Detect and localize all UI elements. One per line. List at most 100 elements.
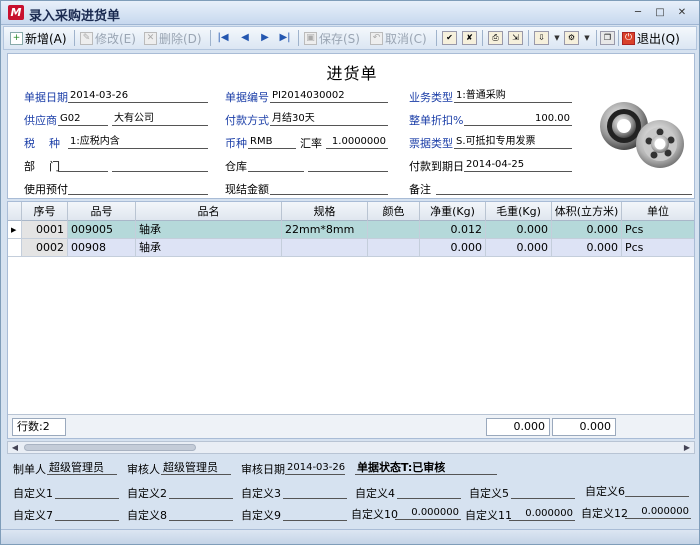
audit-icon[interactable]: ✔: [442, 31, 457, 45]
column-header[interactable]: 品号: [68, 202, 136, 221]
supplier-label: 供应商: [24, 114, 57, 127]
spec-cell[interactable]: 22mm*8mm: [282, 221, 368, 239]
last-record-icon[interactable]: ▶|: [278, 31, 292, 45]
horizontal-scrollbar[interactable]: ◀ ▶: [7, 441, 695, 454]
unit-cell[interactable]: Pcs: [622, 239, 694, 257]
window: M 录入采购进货单 ─ □ ✕ + 新增(A) ✎ 修改(E) ✕ 删除(D) …: [0, 0, 700, 545]
pay-method-field[interactable]: 月结30天: [270, 112, 388, 126]
volume-cell[interactable]: 0.000: [552, 221, 622, 239]
color-cell[interactable]: [368, 221, 420, 239]
cancel-button[interactable]: ↶ 取消(C): [370, 29, 427, 47]
discount-field[interactable]: 100.00: [464, 112, 572, 126]
supplier-name-field[interactable]: 大有公司: [112, 112, 208, 126]
grid-footer: 行数:2 0.000 0.000: [8, 414, 694, 438]
doc-date-field[interactable]: 2014-03-26: [68, 89, 208, 103]
new-button[interactable]: + 新增(A): [10, 29, 67, 47]
import-icon[interactable]: ⇩: [534, 31, 549, 45]
custom-field[interactable]: 0.000000: [625, 505, 691, 519]
export-icon[interactable]: ⇲: [508, 31, 523, 45]
supplier-code-field[interactable]: G02: [58, 112, 108, 126]
column-header[interactable]: 毛重(Kg): [486, 202, 552, 221]
custom-field[interactable]: [283, 507, 347, 521]
custom-field[interactable]: [55, 507, 119, 521]
column-header[interactable]: 体积(立方米): [552, 202, 622, 221]
warehouse-name-field[interactable]: [308, 158, 388, 172]
tax-label: 税 种: [24, 137, 60, 150]
column-header[interactable]: 净重(Kg): [420, 202, 486, 221]
code-cell[interactable]: 009005: [68, 221, 136, 239]
app-logo: M: [8, 5, 24, 20]
tax-field[interactable]: 1:应税内含: [68, 135, 208, 149]
unit-cell[interactable]: Pcs: [622, 221, 694, 239]
next-record-icon[interactable]: ▶: [258, 31, 272, 45]
save-button[interactable]: ▣ 保存(S): [304, 29, 360, 47]
due-date-field[interactable]: 2014-04-25: [464, 158, 572, 172]
table-row[interactable]: 0002 00908 轴承 0.000 0.000 0.000 Pcs: [8, 239, 694, 257]
scroll-right-icon[interactable]: ▶: [681, 442, 693, 453]
audit-date-field: 2014-03-26: [285, 462, 346, 475]
custom-field[interactable]: [169, 507, 233, 521]
custom-field[interactable]: 0.000000: [509, 507, 575, 521]
gross-weight-cell[interactable]: 0.000: [486, 239, 552, 257]
scroll-thumb[interactable]: [24, 444, 196, 451]
column-header[interactable]: 序号: [22, 202, 68, 221]
delete-button[interactable]: ✕ 删除(D): [144, 29, 202, 47]
column-header[interactable]: 颜色: [368, 202, 420, 221]
exit-button[interactable]: ⏻ 退出(Q): [622, 29, 680, 47]
rate-label: 汇率: [300, 137, 322, 150]
close-button[interactable]: ✕: [675, 6, 689, 20]
name-cell[interactable]: 轴承: [136, 239, 282, 257]
warehouse-code-field[interactable]: [248, 158, 304, 172]
biz-type-field[interactable]: 1:普通采购: [454, 89, 572, 103]
scroll-left-icon[interactable]: ◀: [9, 442, 21, 453]
cash-field[interactable]: [270, 181, 388, 195]
remark-field[interactable]: [436, 181, 692, 195]
doc-no-field[interactable]: PI2014030002: [270, 89, 388, 103]
exit-label: 退出(Q): [637, 31, 680, 46]
seq-cell[interactable]: 0001: [22, 221, 68, 239]
color-cell[interactable]: [368, 239, 420, 257]
chevron-down-icon[interactable]: ▼: [550, 31, 564, 45]
net-weight-cell[interactable]: 0.000: [420, 239, 486, 257]
currency-field[interactable]: RMB: [248, 135, 296, 149]
custom-field[interactable]: [625, 483, 689, 497]
dept-name-field[interactable]: [112, 158, 208, 172]
prepay-field[interactable]: [68, 181, 208, 195]
row-indicator: [8, 239, 22, 257]
save-icon: ▣: [304, 31, 317, 45]
spec-cell[interactable]: [282, 239, 368, 257]
volume-cell[interactable]: 0.000: [552, 239, 622, 257]
net-weight-cell[interactable]: 0.012: [420, 221, 486, 239]
custom-field[interactable]: 0.000000: [395, 506, 461, 520]
copy-icon[interactable]: ❐: [600, 31, 615, 45]
minimize-button[interactable]: ─: [631, 6, 645, 20]
discount-label: 整单折扣%: [409, 114, 464, 127]
dept-code-field[interactable]: [58, 158, 108, 172]
custom-label: 自定义6: [585, 485, 625, 498]
code-cell[interactable]: 00908: [68, 239, 136, 257]
name-cell[interactable]: 轴承: [136, 221, 282, 239]
tools-icon[interactable]: ⚙: [564, 31, 579, 45]
column-header[interactable]: 品名: [136, 202, 282, 221]
custom-field[interactable]: [397, 485, 461, 499]
maximize-button[interactable]: □: [653, 6, 667, 20]
seq-cell[interactable]: 0002: [22, 239, 68, 257]
chevron-down-icon[interactable]: ▼: [580, 31, 594, 45]
edit-button[interactable]: ✎ 修改(E): [80, 29, 136, 47]
column-header[interactable]: 规格: [282, 202, 368, 221]
custom-field[interactable]: [169, 485, 233, 499]
column-header[interactable]: 单位: [622, 202, 694, 221]
unaudit-icon[interactable]: ✘: [462, 31, 477, 45]
custom-field[interactable]: [511, 485, 575, 499]
rate-field[interactable]: 1.0000000: [326, 135, 388, 149]
custom-field[interactable]: [55, 485, 119, 499]
prev-record-icon[interactable]: ◀: [238, 31, 252, 45]
gross-weight-cell[interactable]: 0.000: [486, 221, 552, 239]
first-record-icon[interactable]: |◀: [216, 31, 230, 45]
custom-field[interactable]: [283, 485, 347, 499]
print-icon[interactable]: ⎙: [488, 31, 503, 45]
table-row[interactable]: ▶ 0001 009005 轴承 22mm*8mm 0.012 0.000 0.…: [8, 221, 694, 239]
save-label: 保存(S): [319, 31, 360, 46]
invoice-type-field[interactable]: S.可抵扣专用发票: [454, 135, 572, 149]
due-date-label: 付款到期日: [409, 160, 464, 173]
